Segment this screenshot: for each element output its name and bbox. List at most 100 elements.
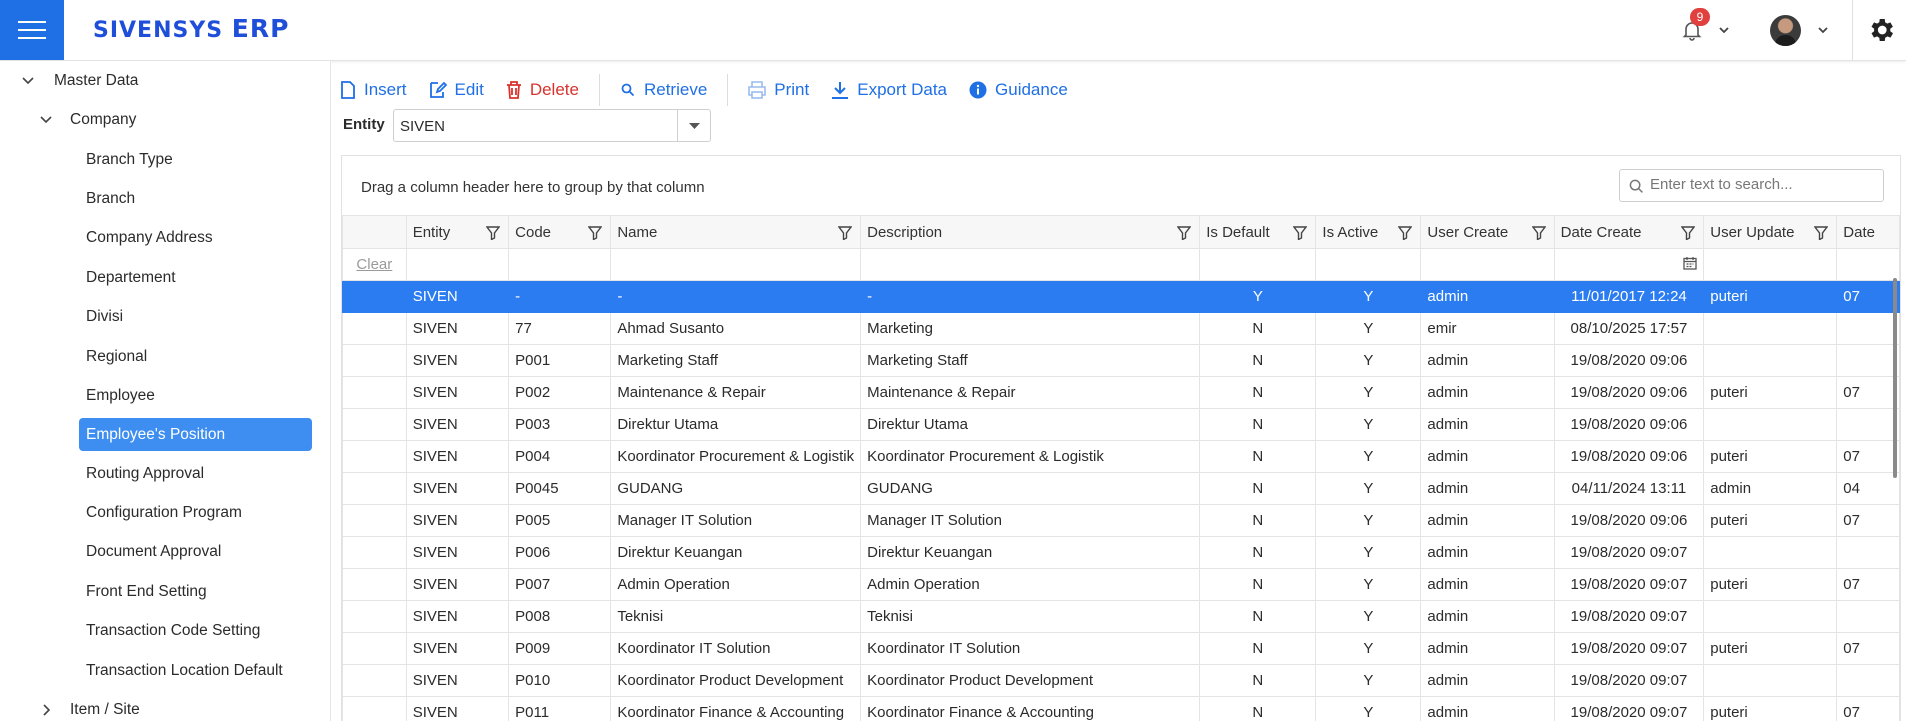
column-header-date-update[interactable]: Date — [1836, 215, 1900, 249]
sidebar-item-branch[interactable]: Branch — [0, 184, 330, 214]
grid-vertical-scrollbar[interactable] — [1893, 278, 1897, 478]
column-header-name[interactable]: Name — [610, 215, 862, 249]
table-row[interactable]: SIVEN P010 Koordinator Product Development… — [342, 664, 1900, 697]
row-selector-cell[interactable] — [342, 344, 407, 377]
grid-search-box[interactable] — [1619, 169, 1884, 202]
filter-cell-description[interactable] — [860, 248, 1201, 281]
table-row[interactable]: SIVEN - - - Y Yadmin 11/01/2017 12:24 puteri 07 — [342, 280, 1900, 313]
table-row[interactable]: SIVEN P007 Admin Operation Admin Operation N… — [342, 568, 1900, 601]
table-row[interactable]: SIVEN P008 Teknisi Teknisi N Yadmin 19/08/2020… — [342, 600, 1900, 633]
row-selector-cell[interactable] — [342, 600, 407, 633]
column-header-select[interactable] — [342, 215, 407, 249]
filter-icon[interactable] — [486, 226, 501, 240]
sidebar-item-employees-position[interactable]: Employee's Position — [79, 418, 312, 451]
row-selector-cell[interactable] — [342, 440, 407, 473]
sidebar-item-routing-approval[interactable]: Routing Approval — [0, 459, 330, 489]
clear-filter-link[interactable]: Clear — [342, 248, 407, 281]
app-logo[interactable]: SIVENSYS ERP — [93, 14, 289, 43]
sidebar-item-configuration-program[interactable]: Configuration Program — [0, 498, 330, 528]
row-selector-cell[interactable] — [342, 504, 407, 537]
calendar-icon[interactable] — [1683, 256, 1697, 270]
row-selector-cell[interactable] — [342, 632, 407, 665]
sidebar-item-branch-type[interactable]: Branch Type — [0, 145, 330, 175]
table-row[interactable]: SIVEN 77 Ahmad Susanto Marketing N Yemir 08/10… — [342, 312, 1900, 345]
sidebar-item-front-end-setting[interactable]: Front End Setting — [0, 577, 330, 607]
filter-cell-user-update[interactable] — [1703, 248, 1838, 281]
cell-code: P009 — [508, 632, 612, 665]
filter-cell-entity[interactable] — [405, 248, 510, 281]
hamburger-menu-button[interactable] — [0, 0, 64, 60]
delete-button[interactable]: Delete — [506, 80, 579, 100]
filter-cell-date-update[interactable] — [1836, 248, 1900, 281]
column-header-description[interactable]: Description — [860, 215, 1201, 249]
table-row[interactable]: SIVEN P011 Koordinator Finance & Accountin… — [342, 696, 1900, 721]
grid-search-input[interactable] — [1650, 176, 1875, 193]
table-row[interactable]: SIVEN P003 Direktur Utama Direktur Utama N Ya… — [342, 408, 1900, 441]
table-row[interactable]: SIVEN P004 Koordinator Procurement & Logis… — [342, 440, 1900, 473]
filter-cell-code[interactable] — [508, 248, 612, 281]
column-header-date-create[interactable]: Date Create — [1553, 215, 1705, 249]
table-row[interactable]: SIVEN P0045 GUDANG GUDANG N Yadmin 04/11/2024 … — [342, 472, 1900, 505]
filter-icon[interactable] — [1681, 226, 1696, 240]
filter-icon[interactable] — [1398, 226, 1413, 240]
column-header-user-update[interactable]: User Update — [1703, 215, 1838, 249]
row-selector-cell[interactable] — [342, 664, 407, 697]
sidebar-item-company-address[interactable]: Company Address — [0, 223, 330, 253]
sidebar-item-label: Branch — [86, 190, 136, 207]
table-row[interactable]: SIVEN P005 Manager IT Solution Manager IT S… — [342, 504, 1900, 537]
filter-icon[interactable] — [1293, 226, 1308, 240]
column-header-is-default[interactable]: Is Default — [1199, 215, 1317, 249]
sidebar-item-master-data[interactable]: Master Data — [0, 66, 330, 96]
row-selector-cell[interactable] — [342, 568, 407, 601]
sidebar-item-company[interactable]: Company — [0, 105, 330, 135]
sidebar-item-regional[interactable]: Regional — [0, 342, 330, 372]
filter-cell-user-create[interactable] — [1420, 248, 1555, 281]
sidebar-item-transaction-code-setting[interactable]: Transaction Code Setting — [0, 616, 330, 646]
table-row[interactable]: SIVEN P001 Marketing Staff Marketing Staff N… — [342, 344, 1900, 377]
column-header-code[interactable]: Code — [508, 215, 612, 249]
filter-cell-is-default[interactable] — [1199, 248, 1317, 281]
column-header-user-create[interactable]: User Create — [1420, 215, 1555, 249]
notifications-chevron-down-icon[interactable] — [1717, 23, 1731, 37]
sidebar-item-item-site[interactable]: Item / Site — [0, 695, 330, 721]
row-selector-cell[interactable] — [342, 376, 407, 409]
filter-icon[interactable] — [1814, 226, 1829, 240]
row-selector-cell[interactable] — [342, 472, 407, 505]
row-selector-cell[interactable] — [342, 280, 407, 313]
cell-user-update — [1703, 664, 1838, 697]
filter-icon[interactable] — [1531, 226, 1546, 240]
row-selector-cell[interactable] — [342, 536, 407, 569]
retrieve-button[interactable]: Retrieve — [620, 80, 707, 100]
entity-select[interactable]: SIVEN — [393, 109, 711, 142]
gear-icon[interactable] — [1866, 15, 1896, 45]
edit-button[interactable]: Edit — [429, 80, 484, 100]
export-data-button[interactable]: Export Data — [831, 80, 947, 100]
entity-dropdown-button[interactable] — [677, 110, 710, 141]
table-row[interactable]: SIVEN P009 Koordinator IT Solution Koordina… — [342, 632, 1900, 665]
table-row[interactable]: SIVEN P002 Maintenance & Repair Maintenance… — [342, 376, 1900, 409]
user-menu-chevron-down-icon[interactable] — [1816, 23, 1830, 37]
filter-icon[interactable] — [1177, 226, 1192, 240]
user-avatar[interactable] — [1770, 15, 1801, 46]
column-header-is-active[interactable]: Is Active — [1315, 215, 1422, 249]
sidebar-item-document-approval[interactable]: Document Approval — [0, 537, 330, 567]
sidebar-item-transaction-location-default[interactable]: Transaction Location Default — [0, 656, 330, 686]
cell-code: - — [508, 280, 612, 313]
row-selector-cell[interactable] — [342, 408, 407, 441]
sidebar-item-departement[interactable]: Departement — [0, 263, 330, 293]
row-selector-cell[interactable] — [342, 696, 407, 721]
filter-cell-is-active[interactable] — [1315, 248, 1422, 281]
sidebar-item-employee[interactable]: Employee — [0, 381, 330, 411]
print-button[interactable]: Print — [748, 80, 809, 100]
filter-icon[interactable] — [838, 226, 853, 240]
row-selector-cell[interactable] — [342, 312, 407, 345]
cell-description: Koordinator IT Solution — [860, 632, 1201, 665]
filter-cell-date-create[interactable] — [1553, 248, 1705, 281]
table-row[interactable]: SIVEN P006 Direktur Keuangan Direktur Keuan… — [342, 536, 1900, 569]
filter-icon[interactable] — [588, 226, 603, 240]
column-header-entity[interactable]: Entity — [405, 215, 510, 249]
insert-button[interactable]: Insert — [340, 80, 407, 100]
filter-cell-name[interactable] — [610, 248, 862, 281]
guidance-button[interactable]: Guidance — [969, 80, 1068, 100]
sidebar-item-divisi[interactable]: Divisi — [0, 302, 330, 332]
